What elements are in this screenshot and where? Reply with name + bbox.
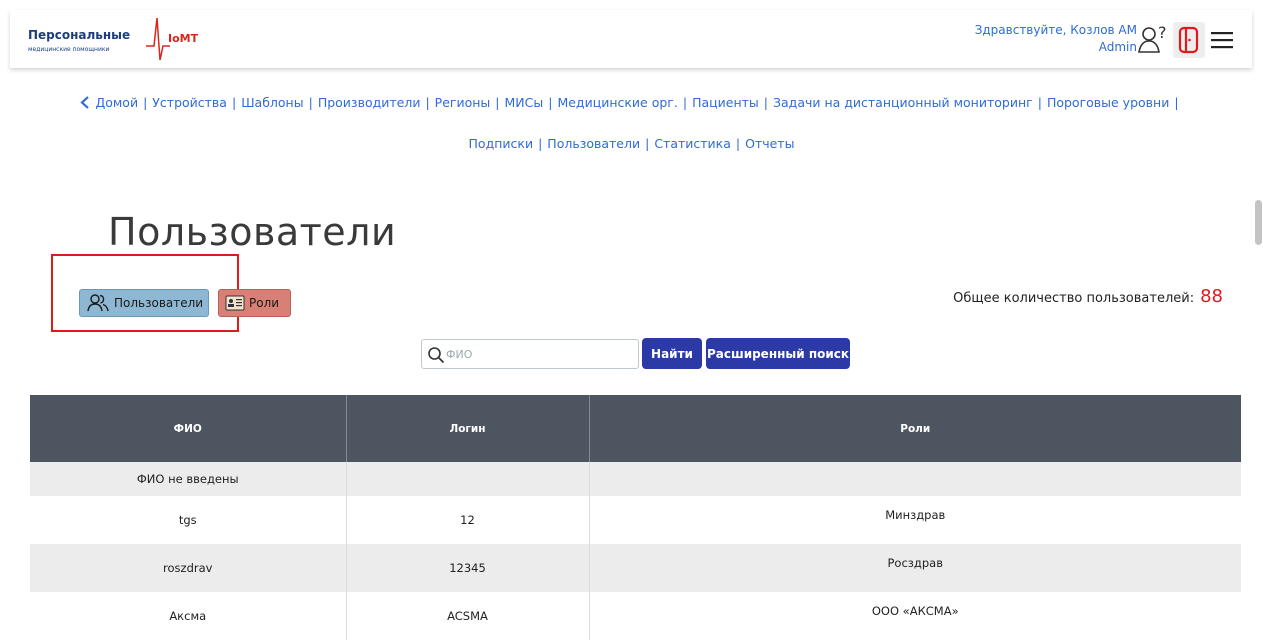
search-box (421, 339, 639, 369)
cell-login (346, 462, 590, 496)
pulse-icon (146, 17, 170, 61)
cell-roles: ООО «АКСМА» (871, 604, 959, 618)
tab-roles-label: Роли (249, 296, 280, 310)
user-role: Admin (1098, 40, 1137, 54)
nav-link-thresholds[interactable]: Пороговые уровни (1047, 95, 1169, 110)
nav-link-subscriptions[interactable]: Подписки (469, 136, 534, 151)
nav-line-2: Подписки | Пользователи | Статистика | Отчеты (468, 136, 795, 151)
menu-icon[interactable] (1206, 22, 1238, 58)
total-users: Общее количество пользователей: 88 (953, 286, 1223, 307)
cell-login: 12345 (346, 544, 590, 592)
table-row[interactable]: roszdrav 12345 Росздрав (30, 544, 1241, 592)
advanced-search-button[interactable]: Расширенный поиск (706, 338, 850, 369)
nav-link-home[interactable]: Домой (95, 95, 138, 110)
nav-link-templates[interactable]: Шаблоны (241, 95, 303, 110)
cell-roles: Росздрав (887, 556, 943, 570)
total-users-count: 88 (1200, 286, 1223, 307)
column-header-login[interactable]: Логин (346, 395, 590, 462)
column-header-fio[interactable]: ФИО (30, 395, 347, 462)
logo-subtitle: медицинские помощники (28, 46, 110, 53)
column-header-roles[interactable]: Роли (589, 395, 1241, 462)
table-row[interactable]: Аксма ACSMA ООО «АКСМА» (30, 592, 1241, 640)
search-icon (428, 347, 445, 364)
chevron-left-icon[interactable] (79, 96, 91, 109)
cell-roles: Минздрав (885, 508, 946, 522)
logo-iomt: IoMT (168, 32, 199, 45)
tab-users-label: Пользователи (114, 296, 204, 310)
nav-link-reports[interactable]: Отчеты (745, 136, 794, 151)
scrollbar-thumb[interactable] (1255, 200, 1262, 245)
cell-login: ACSMA (346, 592, 590, 640)
greeting-text: Здравствуйте, Козлов АМ (974, 23, 1137, 37)
logout-icon[interactable] (1173, 22, 1205, 58)
tab-roles[interactable]: Роли (218, 289, 291, 317)
user-greeting: Здравствуйте, Козлов АМ Admin (975, 22, 1137, 56)
users-icon (87, 294, 109, 312)
top-header: Персональные медицинские помощники IoMT … (10, 10, 1252, 68)
cell-fio: ФИО не введены (30, 462, 347, 496)
svg-text:?: ? (1158, 24, 1167, 42)
cell-login: 12 (346, 496, 590, 544)
table-row[interactable]: tgs 12 Минздрав (30, 496, 1241, 544)
cell-roles (589, 462, 1241, 496)
nav-link-users[interactable]: Пользователи (547, 136, 640, 151)
tab-users[interactable]: Пользователи (79, 289, 209, 317)
table-row[interactable]: ФИО не введены (30, 462, 1241, 496)
page-title: Пользователи (108, 210, 397, 254)
nav-link-manufacturers[interactable]: Производители (318, 95, 421, 110)
cell-fio: roszdrav (30, 544, 347, 592)
cell-fio: tgs (30, 496, 347, 544)
search-input[interactable] (446, 345, 631, 363)
nav-link-medical-orgs[interactable]: Медицинские орг. (557, 95, 677, 110)
id-card-icon (225, 295, 245, 311)
table-header-row: ФИО Логин Роли (30, 395, 1241, 462)
nav-link-statistics[interactable]: Статистика (654, 136, 731, 151)
nav-link-patients[interactable]: Пациенты (692, 95, 759, 110)
nav-link-mis[interactable]: МИСы (505, 95, 544, 110)
find-button[interactable]: Найти (642, 338, 702, 369)
cell-fio: Аксма (30, 592, 347, 640)
nav-line-1: Домой | Устройства | Шаблоны | Производители | Р… (0, 95, 1263, 110)
help-icon[interactable]: ? (1137, 22, 1169, 58)
logo-title: Персональные (28, 28, 131, 42)
logo[interactable]: Персональные медицинские помощники IoMT (28, 16, 218, 62)
nav-link-devices[interactable]: Устройства (152, 95, 227, 110)
scrollbar[interactable] (1254, 185, 1263, 636)
nav-link-monitoring-tasks[interactable]: Задачи на дистанционный мониторинг (773, 95, 1033, 110)
total-users-label: Общее количество пользователей: (953, 291, 1195, 306)
nav-link-regions[interactable]: Регионы (435, 95, 491, 110)
users-table: ФИО Логин Роли ФИО не введены tgs 12 Мин… (30, 395, 1241, 640)
